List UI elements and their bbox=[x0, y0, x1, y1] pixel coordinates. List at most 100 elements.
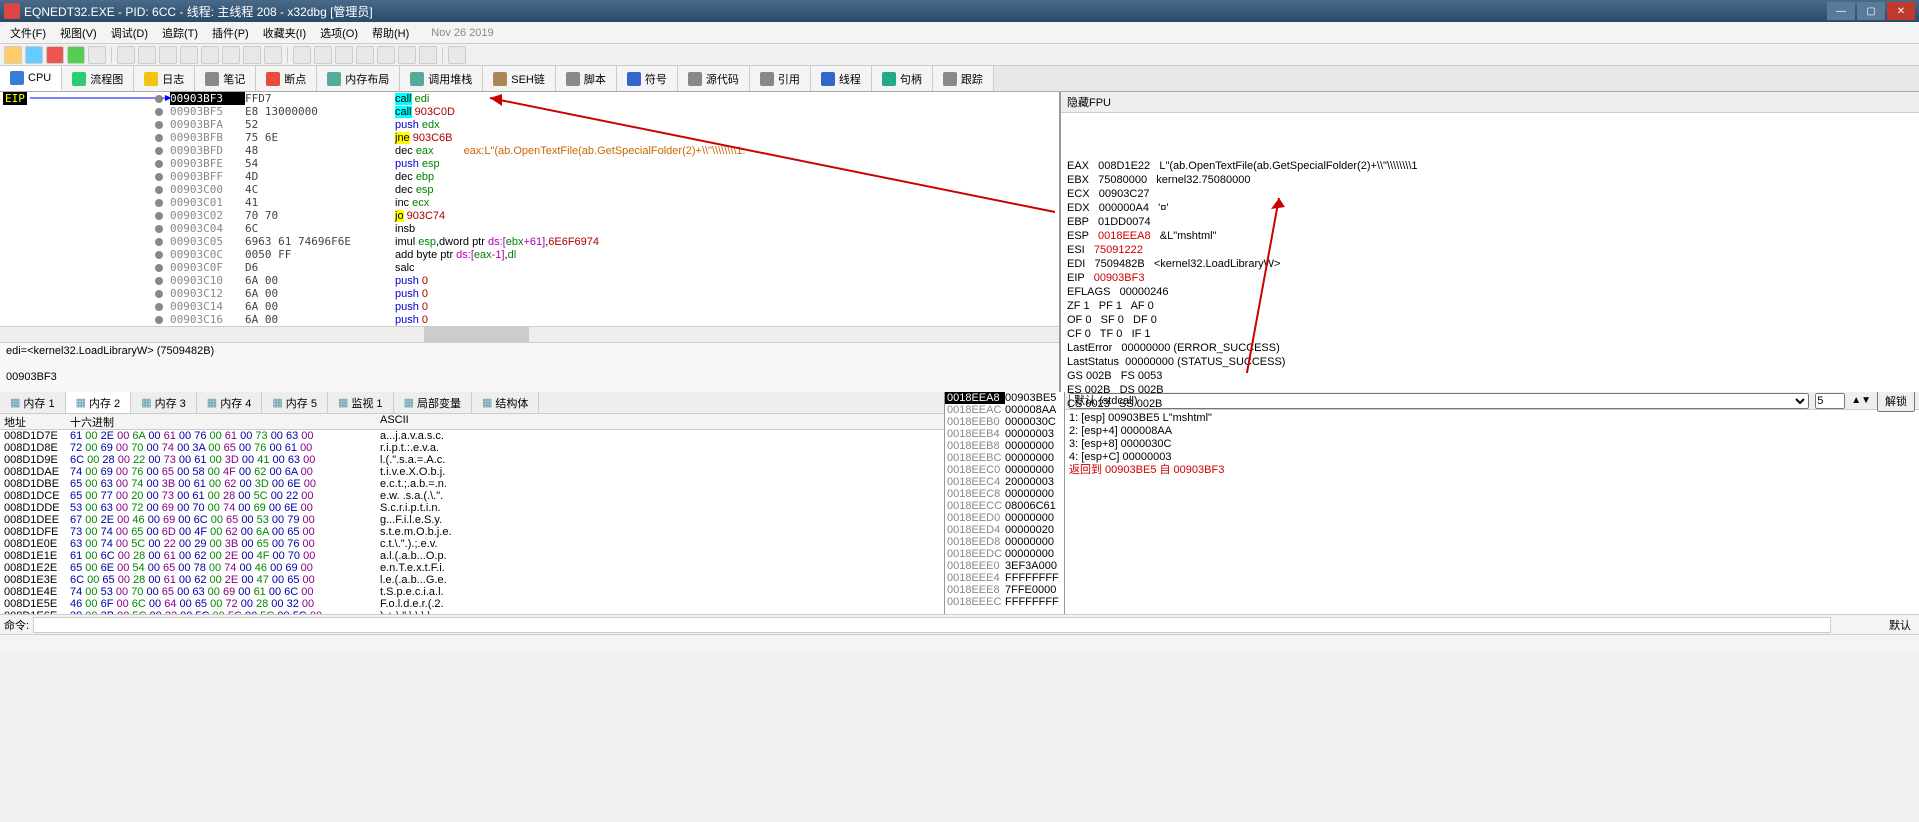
dump-tab[interactable]: ▦内存 2 bbox=[66, 392, 132, 413]
register-line[interactable]: EDI 7509482B <kernel32.LoadLibraryW> bbox=[1067, 257, 1913, 271]
disasm-row[interactable]: 00903BFB75 6Ejne 903C6B bbox=[0, 131, 1059, 144]
tab-跟踪[interactable]: 跟踪 bbox=[933, 66, 994, 91]
toolbar-stepout-icon[interactable] bbox=[159, 46, 177, 64]
tab-SEH链[interactable]: SEH链 bbox=[483, 66, 556, 91]
dump-tab[interactable]: ▦局部变量 bbox=[394, 392, 472, 413]
disasm-row[interactable]: 00903BFE54push esp bbox=[0, 157, 1059, 170]
tab-句柄[interactable]: 句柄 bbox=[872, 66, 933, 91]
minimize-button[interactable]: — bbox=[1827, 2, 1855, 20]
toolbar-ret-icon[interactable] bbox=[264, 46, 282, 64]
disasm-row[interactable]: 00903C046Cinsb bbox=[0, 222, 1059, 235]
dump-row[interactable]: 008D1E5E46 00 6F 00 6C 00 64 00 65 00 72… bbox=[0, 598, 944, 610]
toolbar-open-icon[interactable] bbox=[4, 46, 22, 64]
dump-row[interactable]: 008D1DEE67 00 2E 00 46 00 69 00 6C 00 65… bbox=[0, 514, 944, 526]
register-line[interactable]: EBX 75080000 kernel32.75080000 bbox=[1067, 173, 1913, 187]
toolbar-trace-icon[interactable] bbox=[201, 46, 219, 64]
registers-panel[interactable]: 隐藏FPU EAX 008D1E22 L"(ab.OpenTextFile(ab… bbox=[1060, 92, 1919, 392]
register-line[interactable]: ESI 75091222 bbox=[1067, 243, 1913, 257]
return-line[interactable]: 返回到 00903BE5 自 00903BF3 bbox=[1069, 464, 1915, 477]
register-line[interactable]: EIP 00903BF3 bbox=[1067, 271, 1913, 285]
dump-row[interactable]: 008D1D7E61 00 2E 00 6A 00 61 00 76 00 61… bbox=[0, 430, 944, 442]
menu-item[interactable]: 插件(P) bbox=[206, 23, 255, 43]
menu-item[interactable]: 调试(D) bbox=[105, 23, 154, 43]
stack-row[interactable]: 0018EEDC00000000 bbox=[945, 548, 1064, 560]
dump-row[interactable]: 008D1D8E72 00 69 00 70 00 74 00 3A 00 65… bbox=[0, 442, 944, 454]
toolbar-settings-icon[interactable] bbox=[448, 46, 466, 64]
dump-body[interactable]: 008D1D7E61 00 2E 00 6A 00 61 00 76 00 61… bbox=[0, 430, 944, 614]
register-line[interactable]: LastError 00000000 (ERROR_SUCCESS) bbox=[1067, 341, 1913, 355]
regs-header[interactable]: 隐藏FPU bbox=[1061, 92, 1919, 113]
dump-row[interactable]: 008D1D9E6C 00 28 00 22 00 73 00 61 00 3D… bbox=[0, 454, 944, 466]
toolbar-stepinto-icon[interactable] bbox=[117, 46, 135, 64]
register-line[interactable]: EBP 01DD0074 bbox=[1067, 215, 1913, 229]
toolbar-runto-icon[interactable] bbox=[243, 46, 261, 64]
toolbar-run-icon[interactable] bbox=[67, 46, 85, 64]
register-line[interactable]: ZF 1 PF 1 AF 0 bbox=[1067, 299, 1913, 313]
disasm-row[interactable]: 00903C0FD6salc bbox=[0, 261, 1059, 274]
dump-row[interactable]: 008D1DBE65 00 63 00 74 00 3B 00 61 00 62… bbox=[0, 478, 944, 490]
disasm-row[interactable]: 00903BFF4Ddec ebp bbox=[0, 170, 1059, 183]
tab-日志[interactable]: 日志 bbox=[134, 66, 195, 91]
stack-row[interactable]: 0018EEE4FFFFFFFF bbox=[945, 572, 1064, 584]
menu-item[interactable]: 文件(F) bbox=[4, 23, 52, 43]
stack-row[interactable]: 0018EED800000000 bbox=[945, 536, 1064, 548]
dump-col-hex[interactable]: 十六进制 bbox=[70, 414, 380, 429]
menu-item[interactable]: 追踪(T) bbox=[156, 23, 204, 43]
tab-引用[interactable]: 引用 bbox=[750, 66, 811, 91]
stack-row[interactable]: 0018EEBC00000000 bbox=[945, 452, 1064, 464]
dump-tab[interactable]: ▦内存 5 bbox=[262, 392, 328, 413]
stack-row[interactable]: 0018EEE03EF3A000 bbox=[945, 560, 1064, 572]
stack-row[interactable]: 0018EEECFFFFFFFF bbox=[945, 596, 1064, 608]
dump-tab[interactable]: ▦监视 1 bbox=[328, 392, 394, 413]
stack-row[interactable]: 0018EEC800000000 bbox=[945, 488, 1064, 500]
disasm-row[interactable]: 00903BFA52push edx bbox=[0, 118, 1059, 131]
tab-断点[interactable]: 断点 bbox=[256, 66, 317, 91]
toolbar-restart-icon[interactable] bbox=[25, 46, 43, 64]
disasm-row[interactable]: 00903C0141inc ecx bbox=[0, 196, 1059, 209]
call-arg-line[interactable]: 2: [esp+4] 000008AA bbox=[1069, 425, 1915, 438]
stack-row[interactable]: 0018EEC000000000 bbox=[945, 464, 1064, 476]
dump-tab[interactable]: ▦内存 3 bbox=[131, 392, 197, 413]
disasm-row[interactable]: 00903C0C0050 FFadd byte ptr ds:[eax-1],d… bbox=[0, 248, 1059, 261]
tab-流程图[interactable]: 流程图 bbox=[62, 66, 134, 91]
tab-符号[interactable]: 符号 bbox=[617, 66, 678, 91]
register-line[interactable]: ESP 0018EEA8 &L"mshtml" bbox=[1067, 229, 1913, 243]
call-arg-line[interactable]: 3: [esp+8] 0000030C bbox=[1069, 438, 1915, 451]
tab-线程[interactable]: 线程 bbox=[811, 66, 872, 91]
disasm-row[interactable]: 00903BF5E8 13000000call 903C0D bbox=[0, 105, 1059, 118]
toolbar-labels-icon[interactable] bbox=[356, 46, 374, 64]
stack-row[interactable]: 0018EEAC000008AA bbox=[945, 404, 1064, 416]
register-line[interactable]: ES 002B DS 002B bbox=[1067, 383, 1913, 397]
toolbar-stop-icon[interactable] bbox=[46, 46, 64, 64]
dump-row[interactable]: 008D1E6E29 00 2B 00 5C 00 22 00 5C 00 5C… bbox=[0, 610, 944, 614]
stack-row[interactable]: 0018EED000000000 bbox=[945, 512, 1064, 524]
menu-item[interactable]: 选项(O) bbox=[314, 23, 364, 43]
disasm-row[interactable]: 00903C056963 61 74696F6Eimul esp,dword p… bbox=[0, 235, 1059, 248]
dump-row[interactable]: 008D1E1E61 00 6C 00 28 00 61 00 62 00 2E… bbox=[0, 550, 944, 562]
disasm-row[interactable]: 00903C106A 00push 0 bbox=[0, 274, 1059, 287]
dump-row[interactable]: 008D1DCE65 00 77 00 20 00 73 00 61 00 28… bbox=[0, 490, 944, 502]
toolbar-calc-icon[interactable] bbox=[419, 46, 437, 64]
disasm-row[interactable]: 00903C0270 70jo 903C74 bbox=[0, 209, 1059, 222]
register-line[interactable]: CF 0 TF 0 IF 1 bbox=[1067, 327, 1913, 341]
close-button[interactable]: ✕ bbox=[1887, 2, 1915, 20]
dump-row[interactable]: 008D1E0E63 00 74 00 5C 00 22 00 29 00 3B… bbox=[0, 538, 944, 550]
call-body[interactable]: 1: [esp] 00903BE5 L"mshtml"2: [esp+4] 00… bbox=[1065, 410, 1919, 479]
dump-row[interactable]: 008D1DAE74 00 69 00 76 00 65 00 58 00 4F… bbox=[0, 466, 944, 478]
tab-脚本[interactable]: 脚本 bbox=[556, 66, 617, 91]
tab-笔记[interactable]: 笔记 bbox=[195, 66, 256, 91]
tab-源代码[interactable]: 源代码 bbox=[678, 66, 750, 91]
tab-CPU[interactable]: CPU bbox=[0, 66, 62, 91]
menu-item[interactable]: 收藏夹(I) bbox=[257, 23, 312, 43]
tab-调用堆栈[interactable]: 调用堆栈 bbox=[400, 66, 483, 91]
stack-panel[interactable]: 0018EEA800903BE50018EEAC000008AA0018EEB0… bbox=[945, 392, 1065, 614]
dump-row[interactable]: 008D1E3E6C 00 65 00 28 00 61 00 62 00 2E… bbox=[0, 574, 944, 586]
dump-row[interactable]: 008D1DFE73 00 74 00 65 00 6D 00 4F 00 62… bbox=[0, 526, 944, 538]
dump-tab[interactable]: ▦结构体 bbox=[472, 392, 539, 413]
disasm-row[interactable]: 00903C004Cdec esp bbox=[0, 183, 1059, 196]
toolbar-pause-icon[interactable] bbox=[88, 46, 106, 64]
toolbar-script-icon[interactable] bbox=[293, 46, 311, 64]
register-line[interactable]: EDX 000000A4 '¤' bbox=[1067, 201, 1913, 215]
register-line[interactable]: OF 0 SF 0 DF 0 bbox=[1067, 313, 1913, 327]
stack-row[interactable]: 0018EEE87FFE0000 bbox=[945, 584, 1064, 596]
